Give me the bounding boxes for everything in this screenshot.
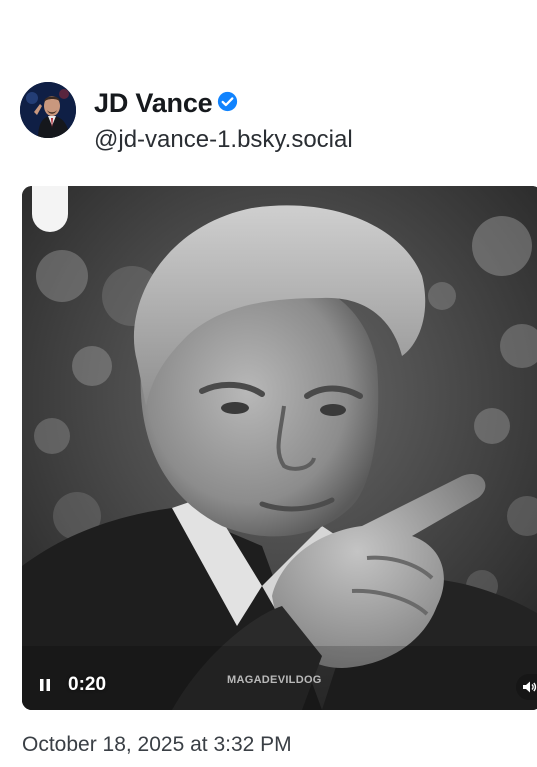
pause-icon (40, 679, 50, 691)
video-controls: 0:20 (34, 672, 106, 698)
avatar-image (20, 82, 76, 138)
author-display-name[interactable]: JD Vance (94, 88, 213, 119)
pause-button[interactable] (34, 674, 56, 696)
video-frame (22, 186, 537, 710)
post-timestamp[interactable]: October 18, 2025 at 3:32 PM (22, 733, 292, 757)
volume-icon (523, 681, 537, 693)
video-watermark: MAGADEVILDOG (227, 674, 322, 686)
verified-check-icon (218, 91, 238, 112)
video-elapsed-time: 0:20 (68, 674, 107, 695)
video-corner-mark (32, 186, 68, 232)
post-header: JD Vance @jd-vance-1.bsky.social (20, 82, 520, 162)
author-avatar[interactable] (20, 82, 76, 138)
author-handle[interactable]: @jd-vance-1.bsky.social (94, 126, 353, 154)
volume-button[interactable] (516, 674, 537, 700)
display-name-row: JD Vance (94, 86, 238, 120)
video-player[interactable]: 0:20 MAGADEVILDOG (22, 186, 537, 710)
